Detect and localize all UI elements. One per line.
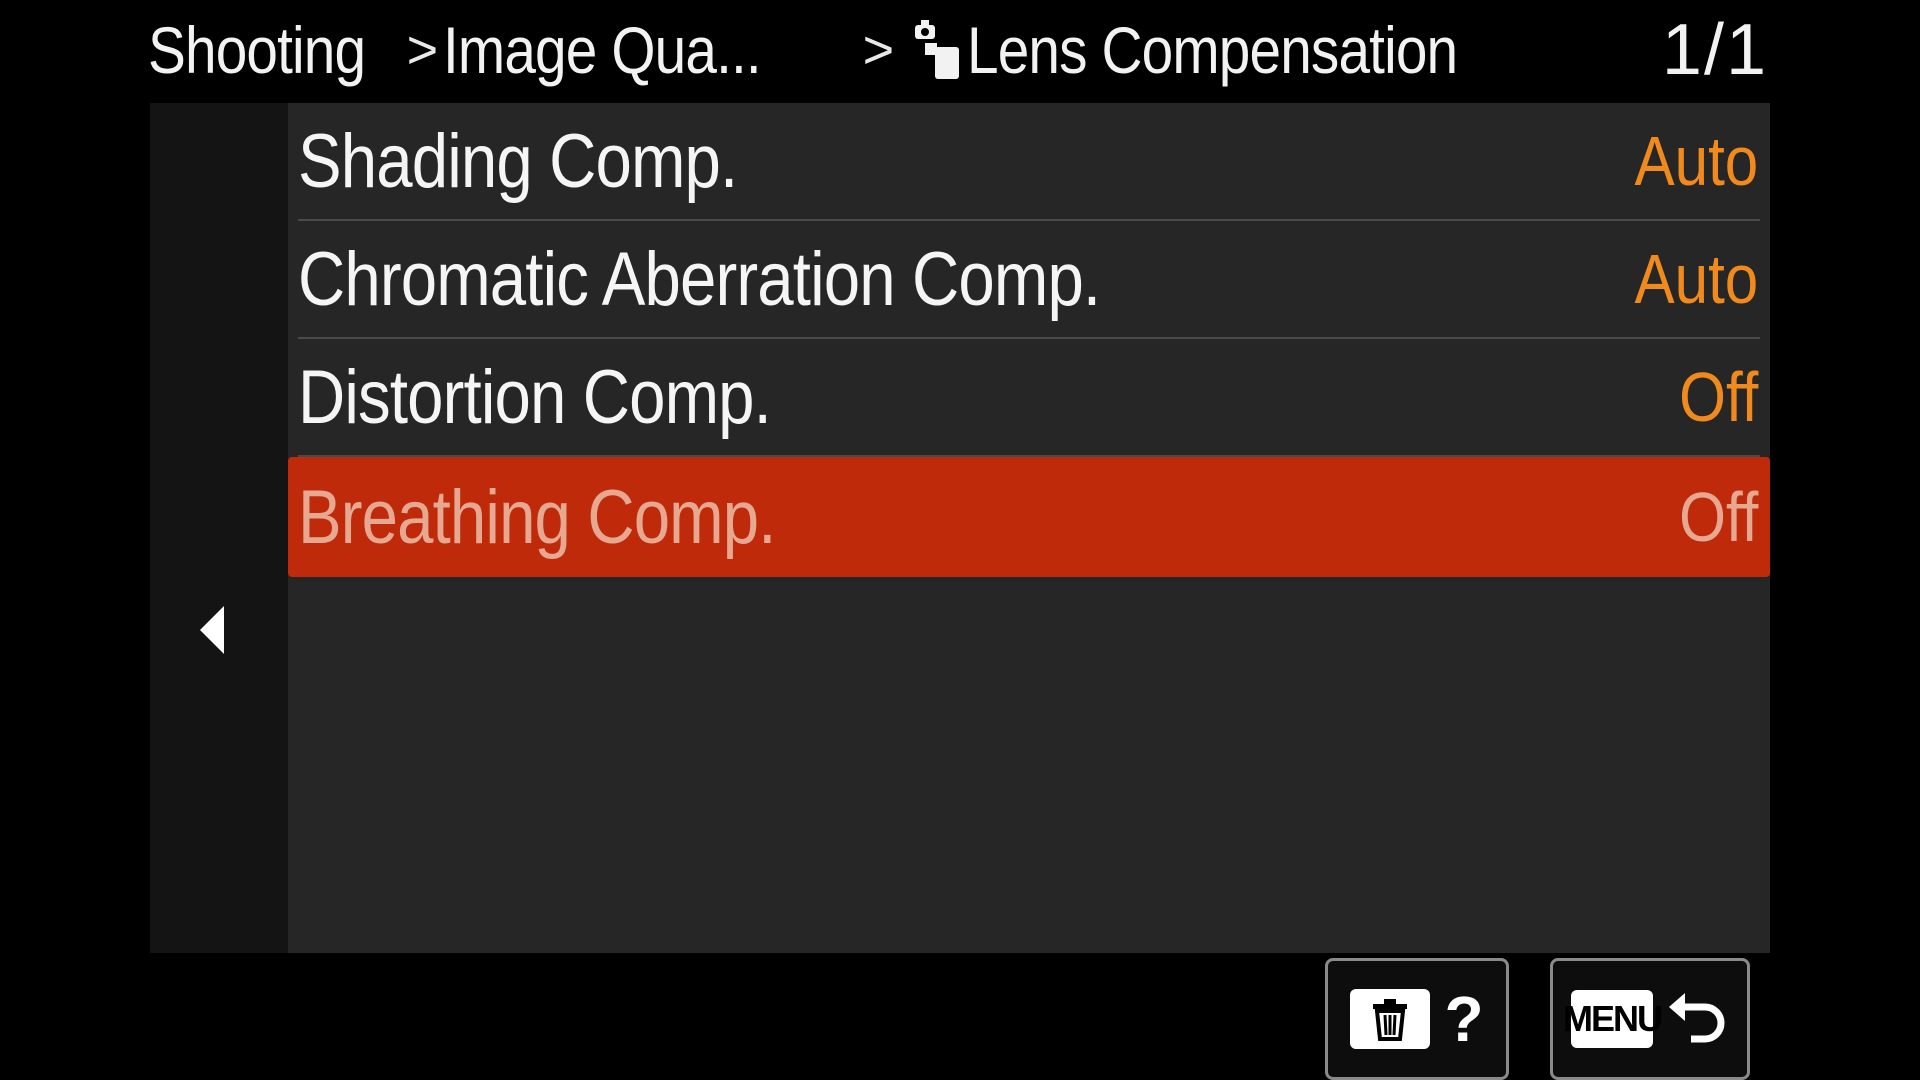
trash-icon [1373,999,1408,1041]
menu-item-label: Shading Comp. [298,118,738,204]
breadcrumb-separator: > [862,20,895,80]
menu-item-value: Auto [1634,240,1759,318]
menu-list: Shading Comp. Auto Chromatic Aberration … [288,103,1770,577]
breadcrumb-lens-compensation-group: Lens Compensation [899,12,1537,88]
back-arrow-icon[interactable] [200,606,224,654]
menu-item-breathing-comp[interactable]: Breathing Comp. Off [288,457,1770,577]
breadcrumb: Shooting > Image Qua... > Lens Compensat… [148,0,1768,100]
page-indicator: 1/1 [1661,10,1768,90]
help-icon: ? [1444,983,1484,1055]
camera-menu-screen: Shooting > Image Qua... > Lens Compensat… [0,0,1920,1080]
menu-key: MENU [1563,990,1663,1048]
menu-item-label: Chromatic Aberration Comp. [298,236,1101,322]
trash-key [1350,989,1431,1049]
menu-item-chromatic-aberration-comp[interactable]: Chromatic Aberration Comp. Auto [298,221,1760,339]
breadcrumb-separator: > [406,20,439,80]
menu-item-distortion-comp[interactable]: Distortion Comp. Off [298,339,1760,457]
breadcrumb-image-quality[interactable]: Image Qua... [443,12,762,88]
menu-item-label: Breathing Comp. [298,474,776,560]
menu-item-value: Off [1679,358,1759,436]
still-camera-lens-icon [915,20,960,79]
side-rail [150,103,288,953]
breadcrumb-lens-compensation: Lens Compensation [967,13,1458,87]
menu-item-value: Auto [1634,122,1759,200]
menu-item-label: Distortion Comp. [298,354,772,440]
menu-item-value: Off [1679,478,1759,556]
breadcrumb-shooting[interactable]: Shooting [148,12,366,88]
delete-help-button[interactable]: ? [1325,958,1509,1080]
menu-back-button[interactable]: MENU [1550,958,1750,1080]
menu-panel: Shading Comp. Auto Chromatic Aberration … [150,103,1770,953]
return-arrow-icon [1669,993,1725,1043]
menu-item-shading-comp[interactable]: Shading Comp. Auto [298,103,1760,221]
